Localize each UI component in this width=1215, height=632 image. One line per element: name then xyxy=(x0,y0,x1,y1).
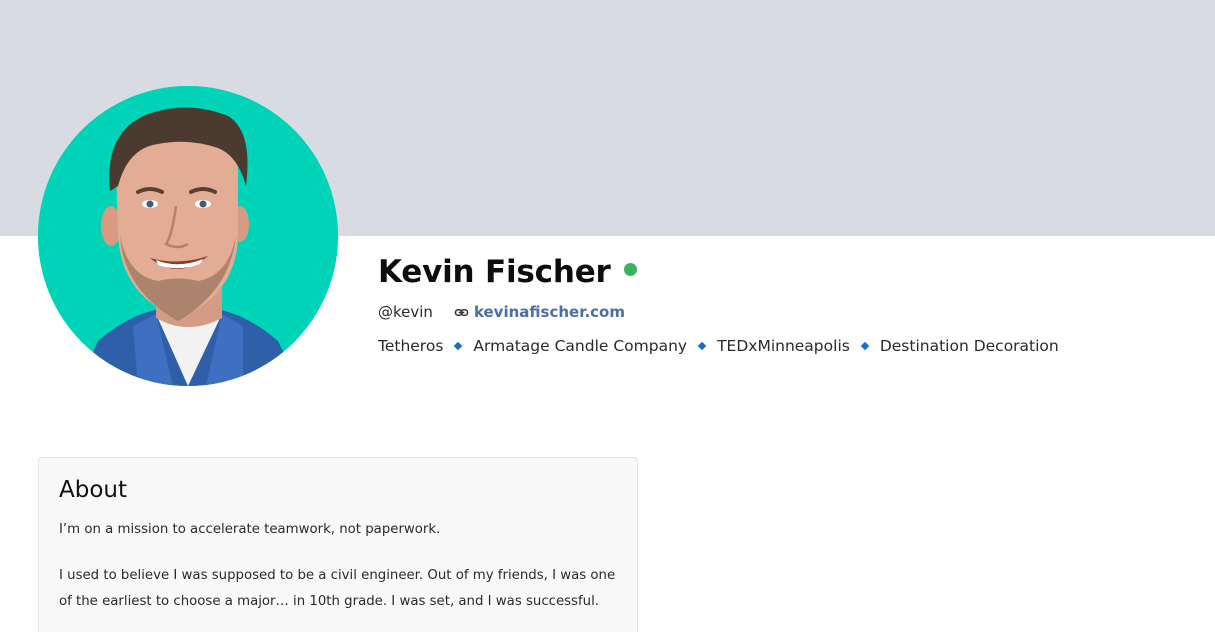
organizations-list: Tetheros Armatage Candle Company TEDxMin… xyxy=(378,334,1059,358)
profile-page: Kevin Fischer @kevin kevinafischer.com T… xyxy=(0,0,1215,632)
avatar-photo xyxy=(38,86,338,386)
meta-row: @kevin kevinafischer.com xyxy=(378,300,1059,324)
about-paragraph: I’m on a mission to accelerate teamwork,… xyxy=(59,522,441,537)
name-row: Kevin Fischer xyxy=(378,250,1059,294)
profile-identity: Kevin Fischer @kevin kevinafischer.com T… xyxy=(378,250,1059,358)
organization-item[interactable]: Armatage Candle Company xyxy=(473,337,687,355)
website-link[interactable]: kevinafischer.com xyxy=(474,303,625,321)
about-title: About xyxy=(59,477,128,503)
about-paragraph: I used to believe I was supposed to be a… xyxy=(59,568,616,609)
diamond-separator-icon xyxy=(860,341,870,351)
about-card: About I’m on a mission to accelerate tea… xyxy=(38,457,638,632)
profile-handle: @kevin xyxy=(378,303,433,321)
website-link-group[interactable]: kevinafischer.com xyxy=(454,303,625,321)
organization-item[interactable]: Destination Decoration xyxy=(880,337,1059,355)
organization-item[interactable]: TEDxMinneapolis xyxy=(717,337,850,355)
diamond-separator-icon xyxy=(454,341,463,351)
online-status-dot xyxy=(623,262,637,276)
avatar[interactable] xyxy=(38,86,338,386)
link-icon xyxy=(454,308,469,316)
organization-item[interactable]: Tetheros xyxy=(378,337,443,355)
diamond-separator-icon xyxy=(697,341,707,351)
profile-name: Kevin Fischer xyxy=(378,254,611,290)
